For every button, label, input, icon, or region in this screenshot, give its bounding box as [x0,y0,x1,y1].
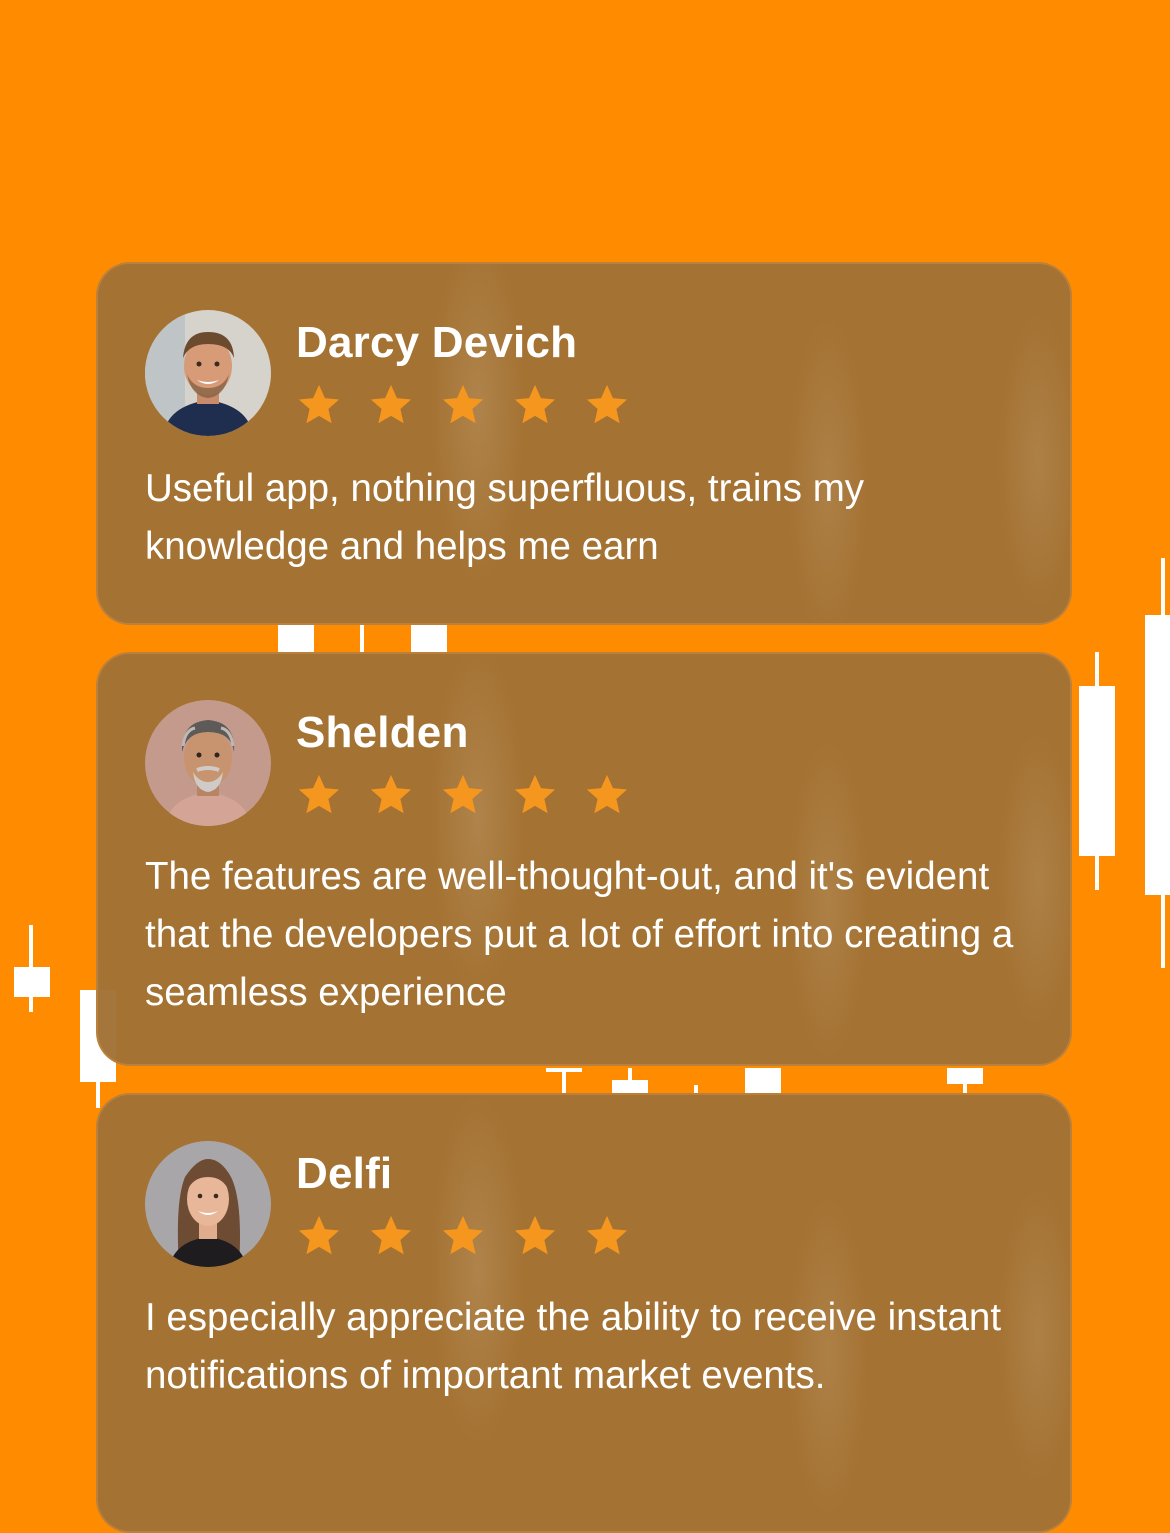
star-icon [370,1215,412,1255]
avatar [145,700,271,826]
reviewer-name: Delfi [296,1149,393,1198]
star-rating [296,382,630,428]
review-text: Useful app, nothing superfluous, trains … [145,467,865,568]
star-rating [296,772,630,818]
star-icon [298,774,340,814]
review-text: The features are well-thought-out, and i… [145,855,1014,1014]
star-icon [514,1215,556,1255]
avatar [145,310,271,436]
star-icon [370,384,412,424]
star-icon [514,774,556,814]
star-icon [442,384,484,424]
star-icon [298,384,340,424]
star-icon [586,774,628,814]
star-icon [298,1215,340,1255]
reviewer-name: Darcy Devich [296,318,578,367]
star-icon [442,1215,484,1255]
star-icon [586,1215,628,1255]
review-card: Delfi I especially appreciate the abilit… [96,1093,1072,1533]
star-icon [442,774,484,814]
review-text: I especially appreciate the ability to r… [145,1296,1002,1397]
star-icon [514,384,556,424]
avatar [145,1141,271,1267]
review-card: Darcy Devich Useful app, nothing superfl… [96,262,1072,625]
reviewer-name: Shelden [296,708,469,757]
star-icon [370,774,412,814]
review-card: Shelden The features are well-thought-ou… [96,652,1072,1066]
star-icon [586,384,628,424]
star-rating [296,1213,630,1259]
